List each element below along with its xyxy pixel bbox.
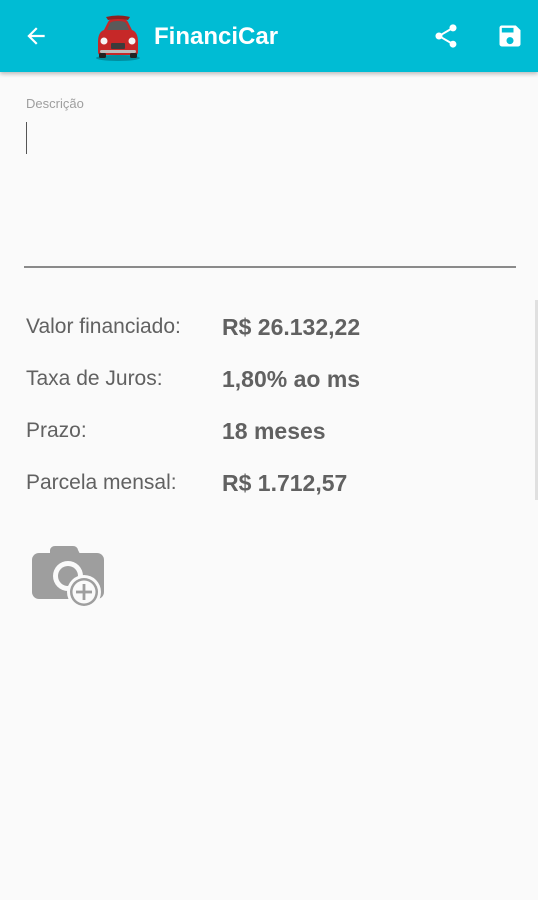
- summary-value: R$ 1.712,57: [222, 470, 348, 496]
- arrow-left-icon: [27, 27, 45, 45]
- app-title: FinanciCar: [154, 23, 279, 50]
- description-field[interactable]: [24, 118, 516, 268]
- floppy-disk-icon: [499, 25, 521, 47]
- summary-label: Prazo:: [26, 419, 87, 442]
- text-cursor: [26, 122, 27, 154]
- app-bar: FinanciCar: [0, 0, 538, 72]
- summary-row-monthly-payment: Parcela mensal: R$ 1.712,57: [26, 468, 506, 498]
- summary-row-interest-rate: Taxa de Juros: 1,80% ao ms: [26, 364, 506, 394]
- summary-label: Parcela mensal:: [26, 471, 177, 494]
- save-button[interactable]: [494, 20, 526, 52]
- description-label: Descrição: [26, 96, 84, 111]
- summary-value: 18 meses: [222, 418, 326, 444]
- summary-label: Valor financiado:: [26, 315, 181, 338]
- share-button[interactable]: [430, 20, 462, 52]
- summary-row-financed-value: Valor financiado: R$ 26.132,22: [26, 312, 506, 342]
- add-photo-button[interactable]: [30, 542, 106, 610]
- add-photo-camera-icon: [32, 546, 104, 609]
- summary-row-term: Prazo: 18 meses: [26, 416, 506, 446]
- red-car-icon: [96, 15, 140, 61]
- share-icon: [435, 24, 457, 48]
- back-button[interactable]: [20, 20, 52, 52]
- summary-label: Taxa de Juros:: [26, 367, 163, 390]
- summary-value: 1,80% ao ms: [222, 366, 361, 392]
- summary-value: R$ 26.132,22: [222, 314, 361, 340]
